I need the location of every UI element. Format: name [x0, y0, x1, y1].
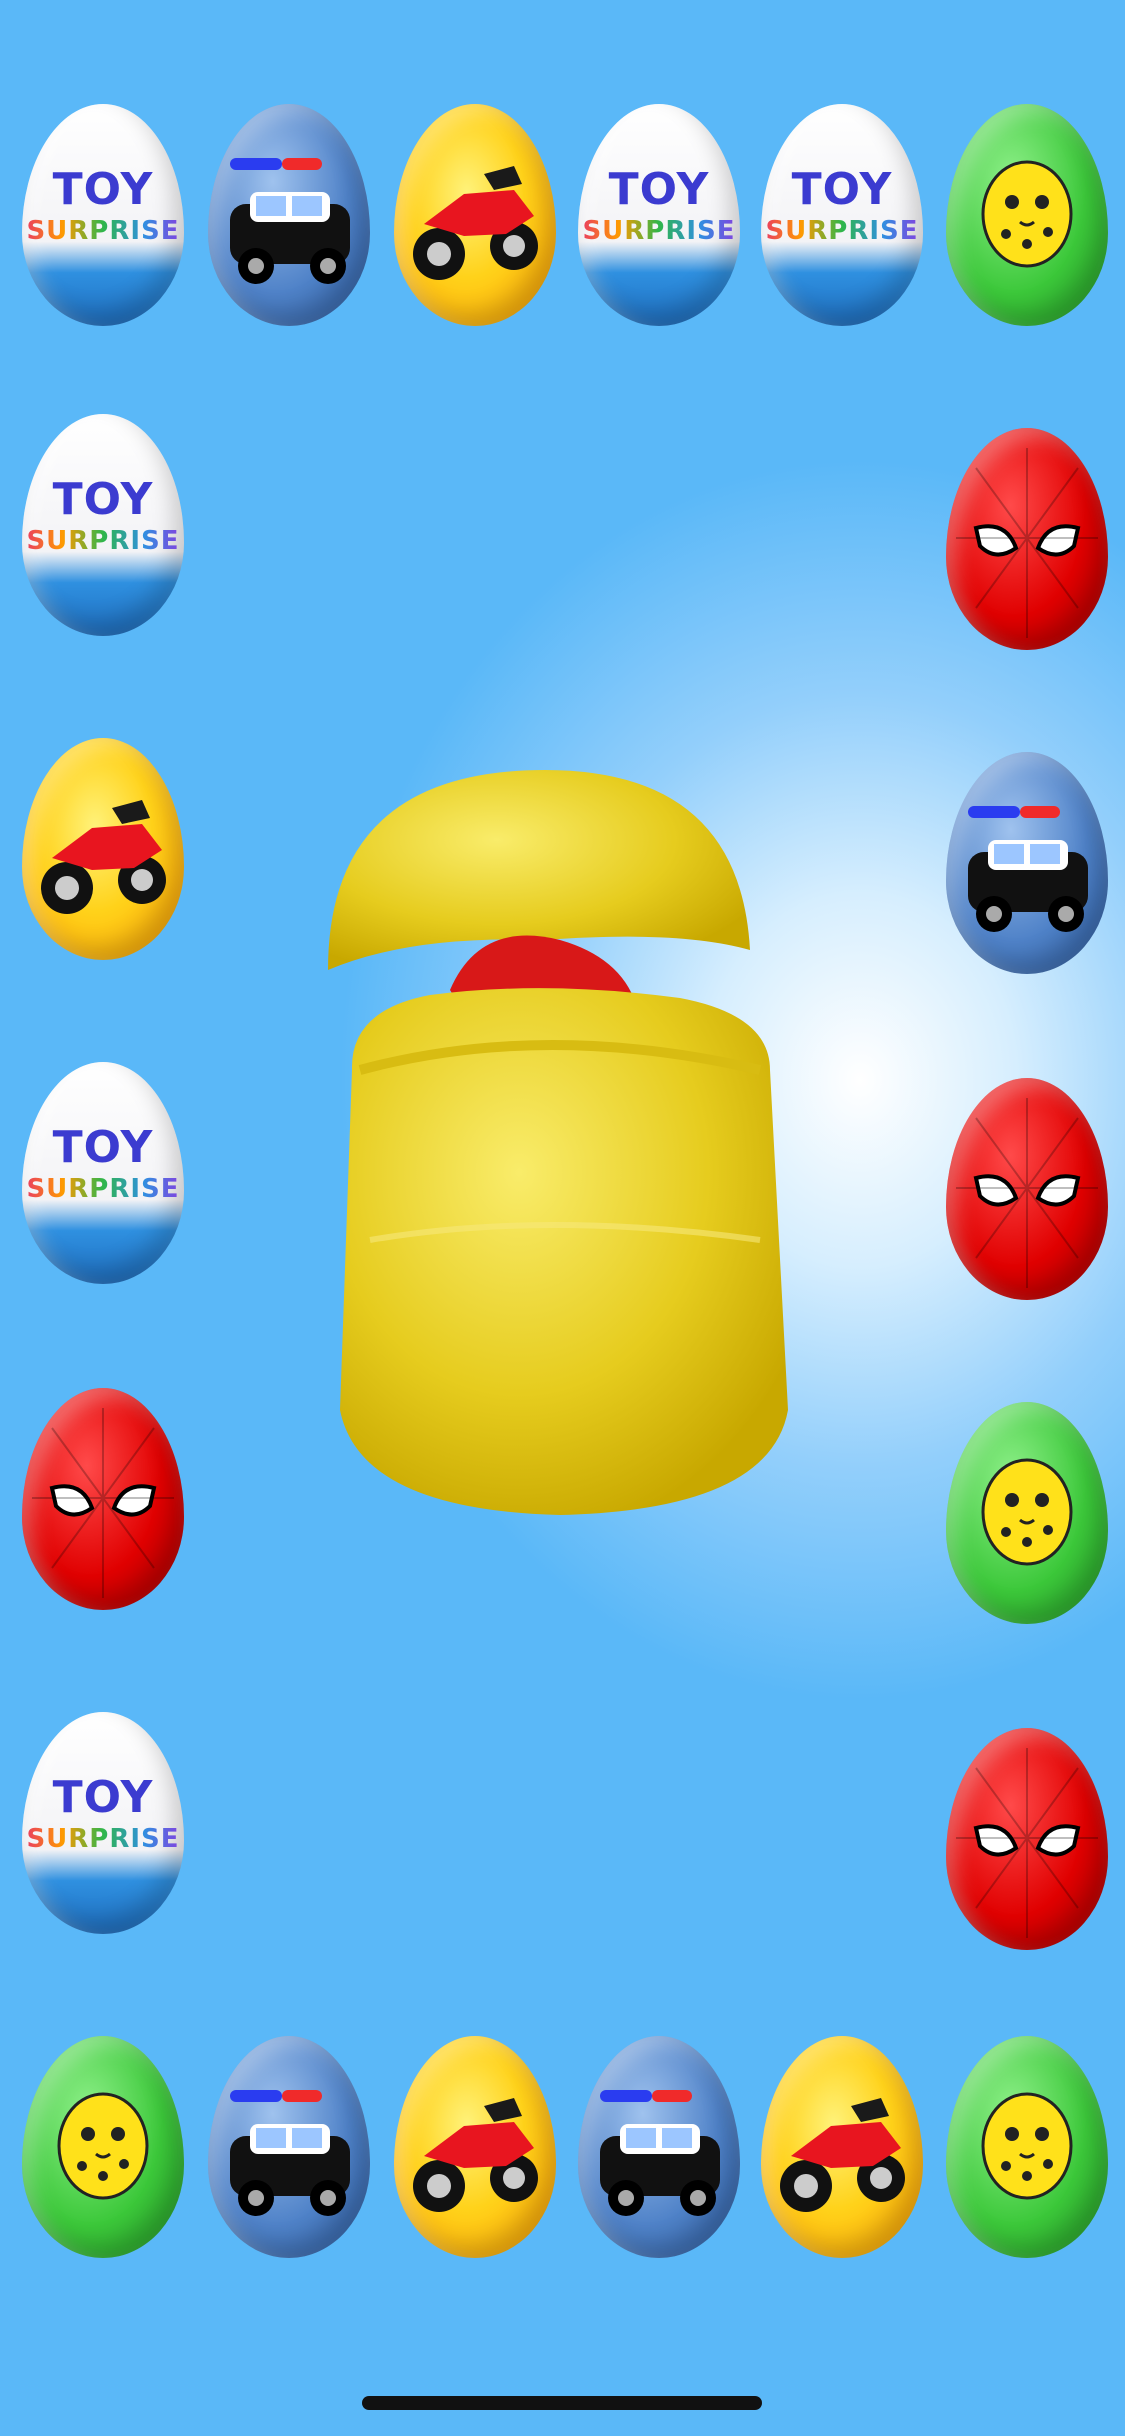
motorcycle-icon — [41, 800, 166, 914]
toy-label: TOY — [608, 164, 710, 215]
egg-spider[interactable] — [946, 1078, 1108, 1300]
egg-motorcycle[interactable] — [394, 104, 556, 326]
toy-label: TOY — [52, 1122, 154, 1173]
motorcycle-icon — [413, 2098, 538, 2212]
surprise-label: SURPRISE — [22, 1824, 184, 1854]
egg-motorcycle[interactable] — [22, 738, 184, 960]
police-car-icon — [230, 158, 350, 284]
surprise-label: SURPRISE — [22, 216, 184, 246]
police-car-icon — [230, 2090, 350, 2216]
spider-mask-icon — [956, 1098, 1098, 1288]
egg-leopard[interactable] — [946, 104, 1108, 326]
egg-spider[interactable] — [22, 1388, 184, 1610]
leopard-icon — [981, 1458, 1073, 1566]
spider-mask-icon — [32, 1408, 174, 1598]
egg-leopard[interactable] — [946, 1402, 1108, 1624]
motorcycle-icon — [413, 166, 538, 280]
home-indicator[interactable] — [362, 2396, 762, 2410]
leopard-icon — [981, 160, 1073, 268]
surprise-label: SURPRISE — [22, 526, 184, 556]
egg-police-car[interactable] — [208, 104, 370, 326]
egg-police-car[interactable] — [946, 752, 1108, 974]
prize-capsule[interactable] — [300, 770, 820, 1520]
toy-label: TOY — [52, 1772, 154, 1823]
surprise-label: SURPRISE — [578, 216, 740, 246]
surprise-label: SURPRISE — [22, 1174, 184, 1204]
egg-leopard[interactable] — [22, 2036, 184, 2258]
spider-mask-icon — [956, 1748, 1098, 1938]
motorcycle-icon — [780, 2098, 905, 2212]
egg-spider[interactable] — [946, 428, 1108, 650]
toy-label: TOY — [52, 164, 154, 215]
egg-police-car[interactable] — [578, 2036, 740, 2258]
egg-spider[interactable] — [946, 1728, 1108, 1950]
egg-police-car[interactable] — [208, 2036, 370, 2258]
toy-label: TOY — [791, 164, 893, 215]
egg-motorcycle[interactable] — [394, 2036, 556, 2258]
police-car-icon — [600, 2090, 720, 2216]
egg-motorcycle[interactable] — [761, 2036, 923, 2258]
leopard-icon — [981, 2092, 1073, 2200]
police-car-icon — [968, 806, 1088, 932]
surprise-label: SURPRISE — [761, 216, 923, 246]
toy-label: TOY — [52, 474, 154, 525]
leopard-icon — [57, 2092, 149, 2200]
spider-mask-icon — [956, 448, 1098, 638]
capsule-icon — [328, 770, 788, 1515]
egg-leopard[interactable] — [946, 2036, 1108, 2258]
